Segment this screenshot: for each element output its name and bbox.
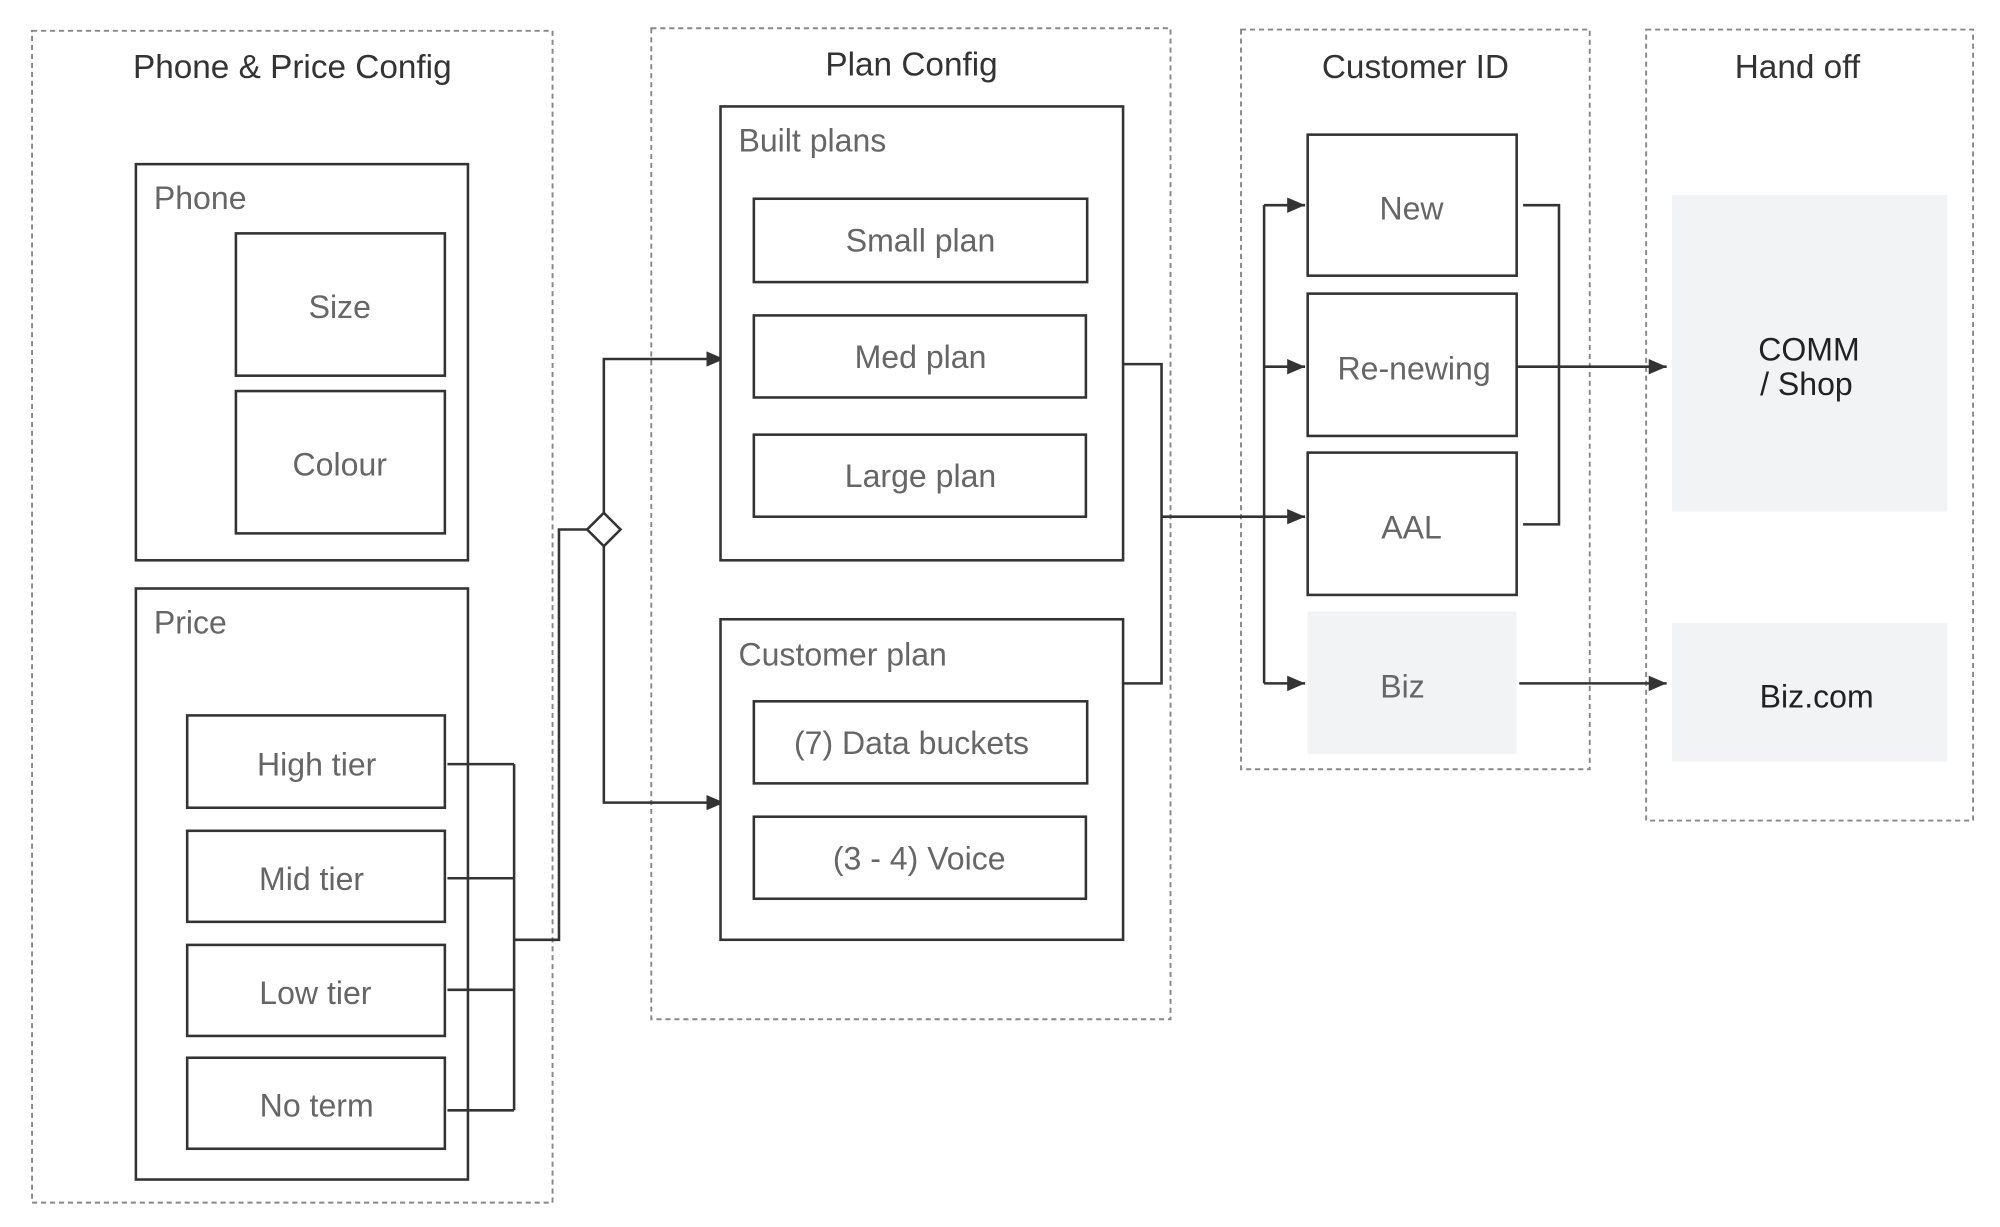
large-plan-label: Large plan <box>845 458 996 494</box>
renewing-label: Re-newing <box>1338 351 1491 387</box>
group-title: Hand off <box>1735 49 1861 86</box>
mid-tier-label: Mid tier <box>259 861 364 897</box>
price-box: Price High tier Mid tier Low tier No ter… <box>134 587 470 1181</box>
built-plans-label: Built plans <box>738 122 886 158</box>
size-label: Size <box>309 289 371 325</box>
price-label: Price <box>154 604 227 640</box>
customer-plan-box: Customer plan (7) Data buckets (3 - 4) V… <box>719 617 1125 942</box>
handoff-connectors <box>1516 203 1667 692</box>
med-plan-label: Med plan <box>855 339 987 375</box>
data-buckets-label: (7) Data buckets <box>794 725 1029 761</box>
high-tier-label: High tier <box>257 747 377 783</box>
price-connectors <box>447 351 725 1112</box>
colour-label: Colour <box>293 447 388 483</box>
customer-plan-label: Customer plan <box>738 636 946 672</box>
plan-connectors <box>1123 197 1306 692</box>
low-tier-label: Low tier <box>259 975 372 1011</box>
group-title: Plan Config <box>825 47 997 84</box>
group-title: Phone & Price Config <box>133 49 452 86</box>
flow-diagram: Phone & Price Config Plan Config Custome… <box>31 27 1975 1204</box>
biz-label: Biz <box>1380 668 1425 704</box>
customer-id-nodes: New Re-newing AAL Biz <box>1306 133 1518 754</box>
new-label: New <box>1379 190 1444 226</box>
phone-box: Phone Size Colour <box>134 162 470 562</box>
built-plans-box: Built plans Small plan Med plan Large pl… <box>719 105 1125 562</box>
aal-label: AAL <box>1381 510 1442 546</box>
no-term-label: No term <box>260 1088 374 1124</box>
shop-label: / Shop <box>1760 366 1853 402</box>
group-title: Customer ID <box>1322 49 1509 86</box>
handoff-nodes: COMM / Shop Biz.com <box>1671 194 1948 762</box>
phone-label: Phone <box>154 180 247 216</box>
comm-label: COMM <box>1758 331 1859 367</box>
decision-diamond <box>585 511 623 549</box>
biz-com-label: Biz.com <box>1760 679 1874 715</box>
small-plan-label: Small plan <box>846 222 996 258</box>
voice-label: (3 - 4) Voice <box>833 840 1006 876</box>
